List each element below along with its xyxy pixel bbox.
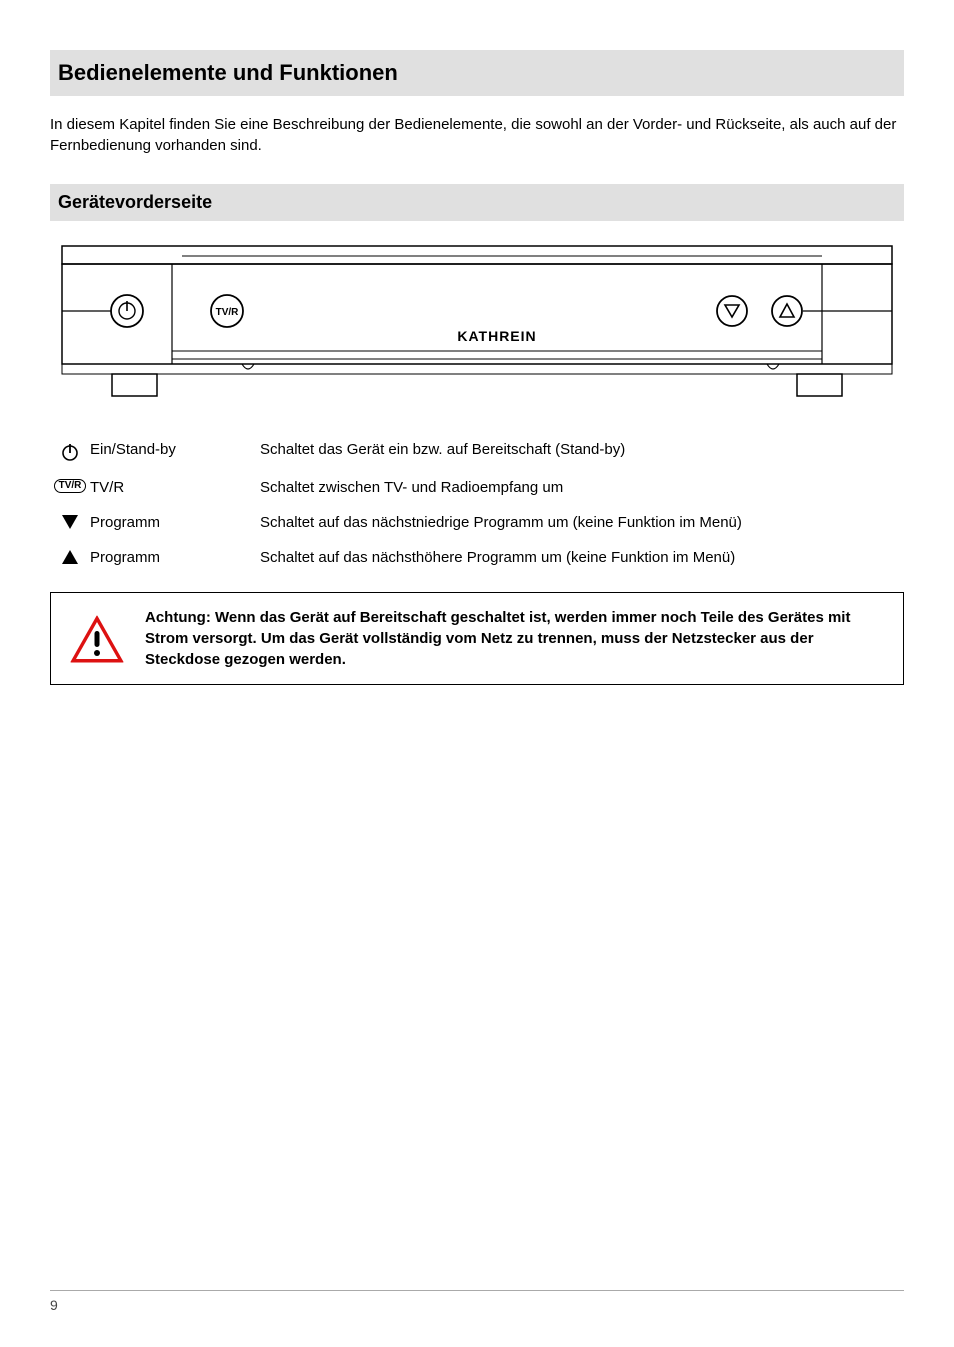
page-number: 9 (50, 1297, 58, 1313)
def-desc-tvr: Schaltet zwischen TV- und Radioempfang u… (260, 477, 904, 498)
def-label-tvr: TV/R (90, 477, 260, 498)
def-label-up: Programm (90, 547, 260, 568)
warning-text: Achtung: Wenn das Gerät auf Bereitschaft… (145, 607, 887, 670)
def-desc-up: Schaltet auf das nächsthöhere Programm u… (260, 547, 904, 568)
def-desc-down: Schaltet auf das nächstniedrige Programm… (260, 512, 904, 533)
def-row-tvr: TV/R TV/R Schaltet zwischen TV- und Radi… (50, 477, 904, 498)
def-label-power: Ein/Stand-by (90, 439, 260, 460)
def-desc-power: Schaltet das Gerät ein bzw. auf Bereitsc… (260, 439, 904, 460)
def-row-up: Programm Schaltet auf das nächsthöhere P… (50, 547, 904, 568)
def-label-down: Programm (90, 512, 260, 533)
controls-definitions: Ein/Stand-by Schaltet das Gerät ein bzw.… (50, 439, 904, 568)
device-front-diagram: KATHREIN TV/R (52, 241, 902, 411)
svg-text:TV/R: TV/R (216, 307, 240, 318)
triangle-down-icon (50, 512, 90, 530)
def-row-power: Ein/Stand-by Schaltet das Gerät ein bzw.… (50, 439, 904, 463)
def-row-down: Programm Schaltet auf das nächstniedrige… (50, 512, 904, 533)
page-footer: 9 (50, 1290, 904, 1313)
power-icon (50, 439, 90, 463)
section-heading-front: Gerätevorderseite (50, 184, 904, 221)
warning-icon (67, 614, 127, 664)
tvr-icon: TV/R (50, 477, 90, 493)
brand-label: KATHREIN (457, 328, 536, 344)
page-title: Bedienelemente und Funktionen (50, 50, 904, 96)
triangle-up-icon (50, 547, 90, 565)
intro-text: In diesem Kapitel finden Sie eine Beschr… (50, 114, 904, 156)
warning-box: Achtung: Wenn das Gerät auf Bereitschaft… (50, 592, 904, 685)
